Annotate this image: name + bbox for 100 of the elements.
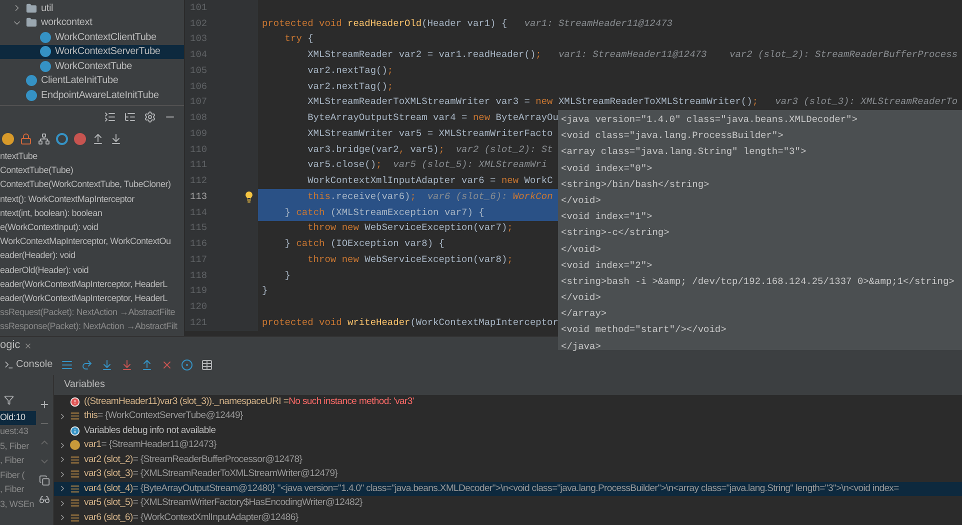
sort-down-icon[interactable] [110, 133, 122, 145]
step-into-icon[interactable] [100, 358, 113, 370]
sort-up-icon[interactable] [92, 133, 104, 145]
variable-value: No such instance method: 'var3' [288, 394, 414, 409]
xml-line: <void method="start"/></void> [561, 323, 726, 338]
structure-member[interactable]: eader(WorkContextMapInterceptor, HeaderL [0, 278, 168, 292]
variable-row[interactable]: var1= {StreamHeader11@12473} [54, 438, 962, 452]
table-icon[interactable] [200, 358, 213, 370]
debug-tab[interactable]: ogic [0, 337, 24, 354]
code-token: (IOException var8) { [330, 237, 444, 251]
step-out-icon[interactable] [140, 358, 153, 370]
code-token: ByteArrayOu [496, 111, 558, 125]
variable-row[interactable]: var6 (slot_6)= {WorkContextXmlInputAdapter@12486} [54, 510, 962, 525]
expand-all-icon[interactable] [104, 111, 116, 123]
console-icon[interactable] [4, 360, 14, 370]
frame-item[interactable]: 3, WSEn [0, 498, 36, 512]
code-token: new [501, 174, 520, 188]
frame-item[interactable]: , Fiber [0, 483, 36, 498]
structure-member[interactable]: ntextTube [0, 150, 38, 164]
tree-item[interactable]: WorkContextServerTube [0, 44, 184, 59]
code-token: var5) [409, 142, 439, 156]
code-token: var2.nextTag() [306, 80, 388, 94]
structure-member[interactable]: eader(WorkContextMapInterceptor, HeaderL [0, 292, 168, 306]
close-icon[interactable] [24, 342, 32, 350]
code-token: ; [507, 252, 513, 267]
variable-value: = {XMLStreamReaderToXMLStreamWriter@12479} [132, 467, 338, 482]
variable-row[interactable]: var5 (slot_5)= {XMLStreamWriterFactory$HasEncodingWriter@12482} [54, 496, 962, 510]
xml-line: <void class="java.lang.ProcessBuilder"> [561, 129, 784, 144]
code-token: XMLStreamReaderToXMLStreamWriter() [558, 95, 752, 110]
code-token: var5.close() [306, 158, 376, 172]
structure-member[interactable]: ContextTube(Tube) [0, 164, 74, 178]
structure-member[interactable]: e(WorkContextInput): void [0, 220, 98, 236]
circle-icon[interactable] [56, 133, 68, 145]
structure-member[interactable]: ContextTube(WorkContextTube, TubeCloner) [0, 178, 171, 193]
filter-icon[interactable] [4, 394, 14, 404]
code-token: ; [752, 95, 758, 110]
code-token: (WorkContextMapInterceptor [410, 316, 558, 330]
hierarchy-icon[interactable] [38, 133, 50, 145]
force-step-into-icon[interactable] [120, 358, 133, 370]
error-icon [70, 396, 80, 407]
tree-label: WorkContextClientTube [55, 30, 156, 45]
code-token: ; [536, 48, 542, 62]
code-token: (XMLStreamException var7) { [330, 206, 484, 220]
variable-row[interactable]: var2 (slot_2)= {StreamReaderBufferProcessor@12478} [54, 452, 962, 467]
variable-value: = {StreamHeader11@12473} [101, 438, 216, 452]
inline-hint: var5 (slot_5): XMLStreamWri [392, 158, 548, 172]
code-token: new [472, 111, 492, 125]
frame-item[interactable]: 5, Fiber [0, 440, 36, 454]
field-icon [70, 469, 80, 480]
structure-member[interactable]: ntext(int, boolean): boolean [0, 206, 102, 221]
tree-item[interactable]: util [0, 1, 184, 16]
variable-row[interactable]: ((StreamHeader11)var3 (slot_3))._namespaceURI =No such instance method: 'var3' [54, 394, 962, 409]
variable-row[interactable]: this= {WorkContextServerTube@12449} [54, 409, 962, 424]
lightbulb-icon[interactable] [243, 190, 255, 203]
structure-member[interactable]: ntext(): WorkContextMapInterceptor [0, 192, 134, 207]
code-token: WorkC [524, 174, 553, 188]
menu-icon[interactable] [60, 358, 73, 370]
class-icon [40, 60, 51, 72]
tree-label: EndpointAwareLateInitTube [41, 88, 159, 103]
variable-row[interactable]: Variables debug info not available [54, 424, 962, 438]
variable-row[interactable]: var4 (slot_4)= {ByteArrayOutputStream@12480} "<java version="1.4.0" class="java.beans.XMLDecoder">\n<void class="java.lang.ProcessBuilder">\n<array class="java.lang.String" length="3">\n<void index= [54, 482, 962, 496]
inline-hint: var2 (slot_2): St [454, 142, 553, 156]
code-token: , [398, 142, 405, 156]
structure-member[interactable]: ssResponse(Packet): NextAction →AbstractFilt [0, 320, 178, 334]
collapse-all-icon[interactable] [124, 111, 136, 123]
structure-member[interactable]: WorkContextMapInterceptor, WorkContextOu [0, 235, 171, 250]
code-token: } [284, 268, 291, 282]
tree-item[interactable]: EndpointAwareLateInitTube [0, 88, 184, 102]
variable-name: var2 (slot_2) [84, 452, 133, 467]
frame-item[interactable]: uest:43 [0, 425, 36, 440]
step-over-icon[interactable] [80, 358, 93, 370]
variable-row[interactable]: var3 (slot_3)= {XMLStreamReaderToXMLStreamWriter@12479} [54, 467, 962, 482]
xml-line: <string>-c</string> [561, 226, 670, 240]
add-icon[interactable] [39, 398, 50, 410]
variable-value: = {ByteArrayOutputStream@12480} "<java version="1.4.0" class="java.beans.XMLDecoder">\n<void class="java.lang.ProcessBuilder">\n<array class="java.lang.String" length="3">\n<void index= [132, 482, 899, 496]
frame-item[interactable]: , Fiber [0, 454, 36, 468]
xml-line: <void index="1"> [561, 210, 652, 224]
console-tab[interactable]: Console [16, 357, 53, 372]
structure-member[interactable]: eader(Header): void [0, 249, 76, 264]
variable-name: var1 [84, 438, 102, 452]
glasses-icon[interactable] [39, 494, 50, 504]
structure-member[interactable]: eaderOld(Header): void [0, 264, 89, 278]
code-token: var3.bridge(var2 [306, 142, 399, 156]
run-to-cursor-icon[interactable] [180, 358, 193, 370]
tree-item[interactable]: workcontext [0, 16, 184, 30]
xml-line: </void> [561, 291, 601, 306]
tree-item[interactable]: WorkContextTube [0, 59, 184, 74]
code-token: throw new [306, 252, 360, 267]
lock-icon[interactable] [20, 133, 32, 145]
tree-item[interactable]: WorkContextClientTube [0, 30, 184, 44]
tree-item[interactable]: ClientLateInitTube [0, 74, 184, 88]
tree-label: ClientLateInitTube [41, 74, 118, 88]
code-token: } [284, 206, 292, 220]
frame-item[interactable]: Old:10 [0, 410, 36, 425]
copy-icon[interactable] [39, 474, 50, 486]
variables-title: Variables [64, 378, 105, 392]
settings-icon[interactable] [144, 111, 156, 123]
structure-member[interactable]: ssRequest(Packet): NextAction →AbstractFilte [0, 306, 176, 320]
xml-line: <void index="0"> [561, 162, 652, 176]
frame-item[interactable]: Fiber ( [0, 468, 36, 483]
